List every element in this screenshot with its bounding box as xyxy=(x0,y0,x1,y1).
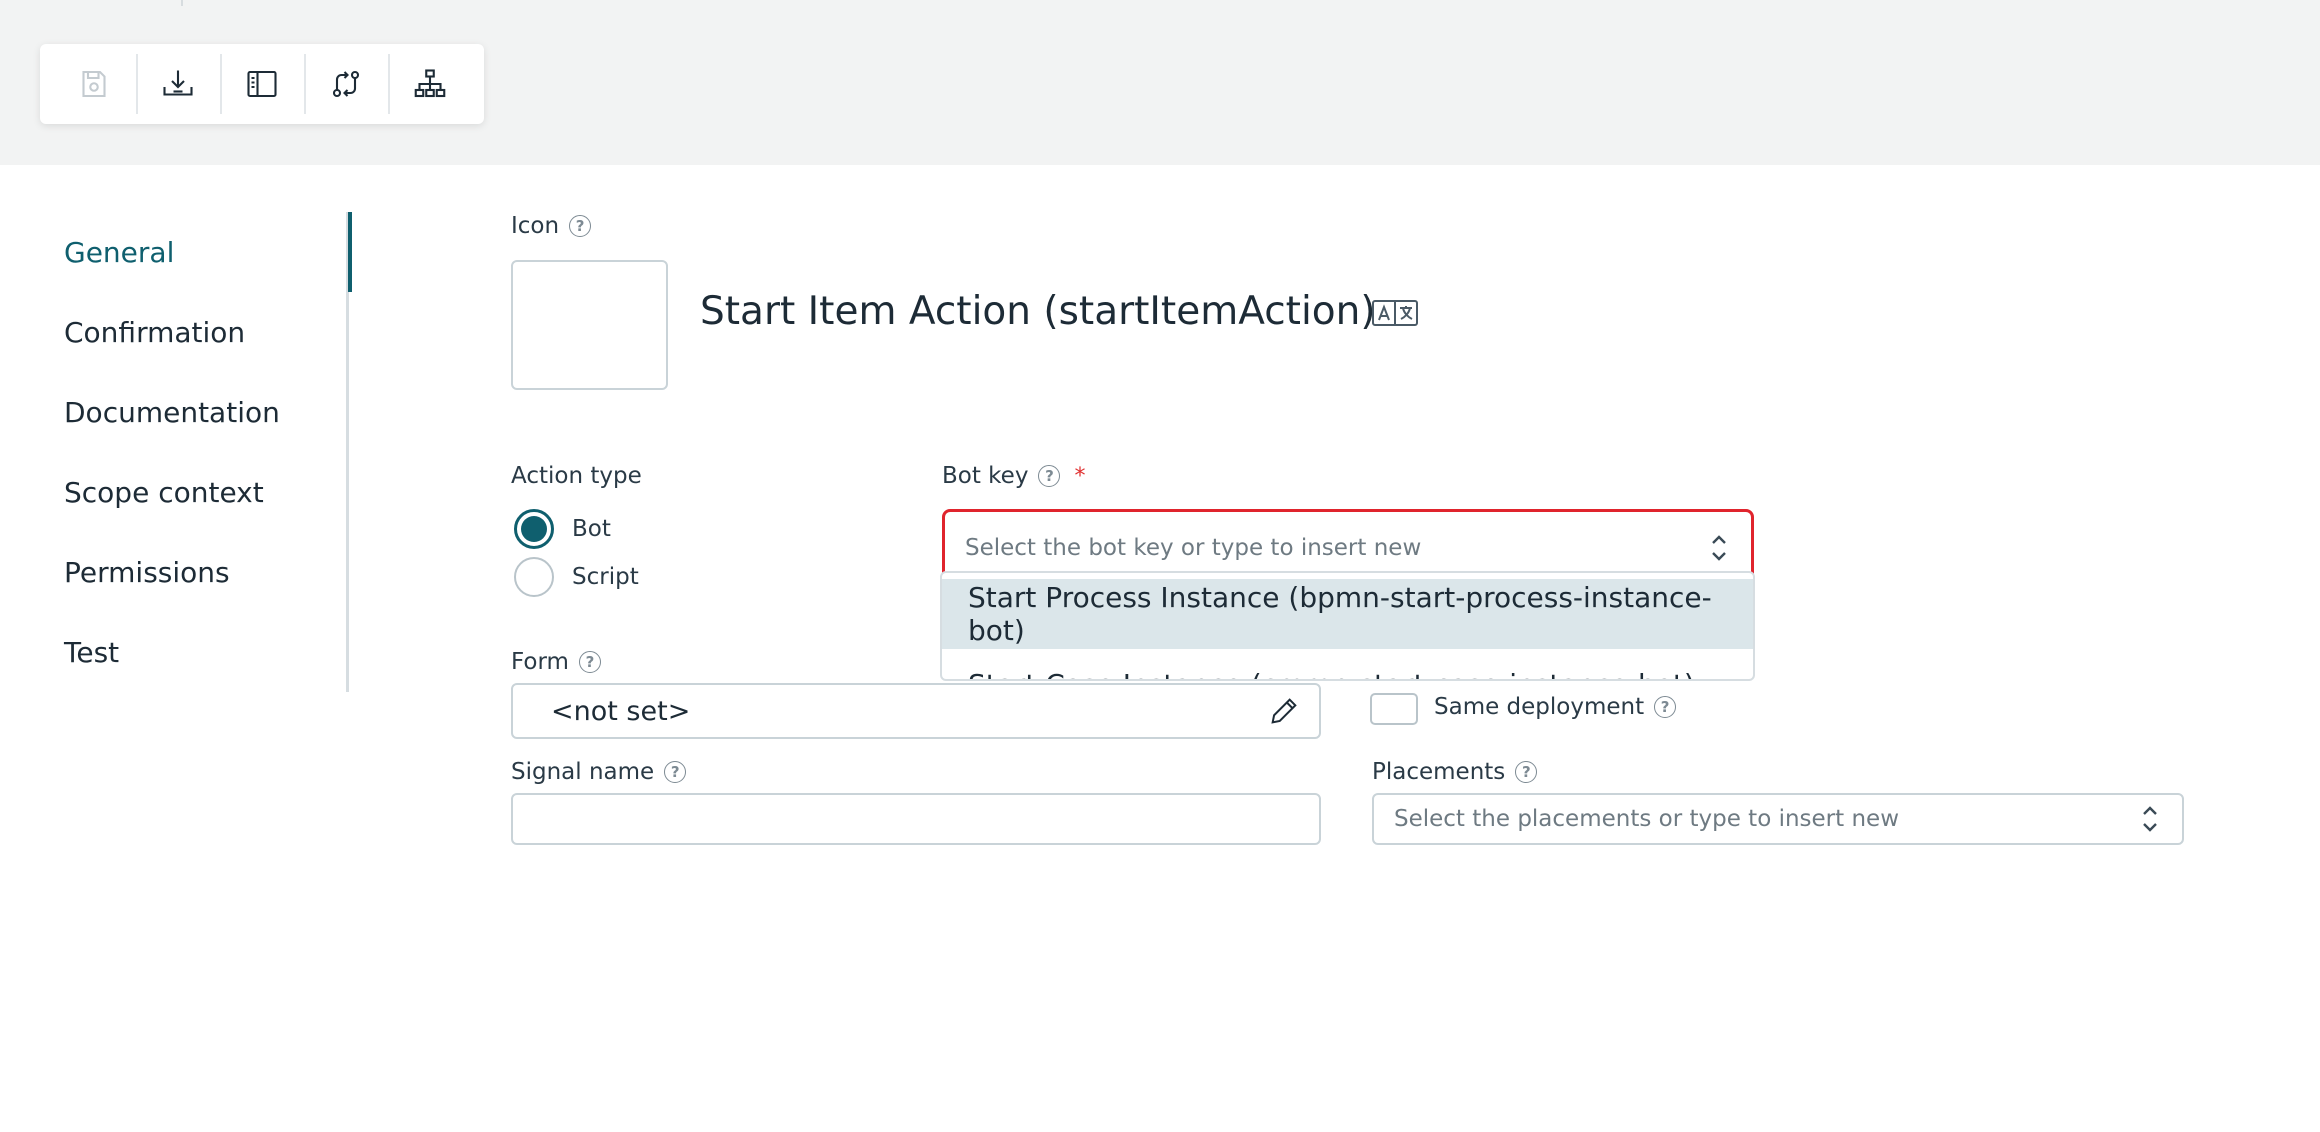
bot-key-placeholder: Select the bot key or type to insert new xyxy=(965,535,1422,561)
nav-item-label: Confirmation xyxy=(64,315,246,349)
compare-button[interactable] xyxy=(304,44,388,124)
topbar-divider xyxy=(181,0,183,6)
download-icon xyxy=(163,70,193,96)
nav-item-label: Scope context xyxy=(64,475,264,509)
toolbar xyxy=(40,44,484,124)
nav-item-general[interactable]: General xyxy=(64,212,352,292)
placements-select[interactable]: Select the placements or type to insert … xyxy=(1372,793,2184,845)
compare-arrows-icon xyxy=(332,70,360,98)
pencil-icon[interactable] xyxy=(1267,694,1301,728)
nav-item-test[interactable]: Test xyxy=(64,612,349,692)
translate-button[interactable] xyxy=(1372,296,1418,328)
action-type-label: Action type xyxy=(511,463,642,489)
section-nav: General Confirmation Documentation Scope… xyxy=(64,212,352,692)
required-mark: * xyxy=(1074,463,1086,489)
icon-label-text: Icon xyxy=(511,213,560,239)
nav-active-indicator xyxy=(348,212,352,292)
save-button[interactable] xyxy=(52,44,136,124)
help-icon[interactable]: ? xyxy=(1038,465,1061,487)
signal-name-input[interactable] xyxy=(511,793,1321,845)
placements-label: Placements ? xyxy=(1372,759,1538,785)
save-icon xyxy=(82,70,106,98)
nav-item-confirmation[interactable]: Confirmation xyxy=(64,292,349,372)
signal-name-label-text: Signal name xyxy=(511,759,655,785)
help-icon[interactable]: ? xyxy=(569,215,592,237)
same-deployment-checkbox[interactable] xyxy=(1370,693,1418,725)
nav-item-label: Documentation xyxy=(64,395,280,429)
chevron-up-down-icon xyxy=(2143,806,2157,832)
help-icon[interactable]: ? xyxy=(1654,696,1677,718)
form-selector[interactable]: <not set> xyxy=(511,683,1321,739)
signal-name-label: Signal name ? xyxy=(511,759,687,785)
nav-item-scope-context[interactable]: Scope context xyxy=(64,452,349,532)
download-button[interactable] xyxy=(136,44,220,124)
radio-script[interactable]: Script xyxy=(514,557,639,597)
same-deployment-label-text: Same deployment xyxy=(1434,694,1645,720)
form-label-text: Form xyxy=(511,649,569,675)
dropdown-option[interactable]: Start Process Instance (bpmn-start-proce… xyxy=(942,579,1753,649)
chevron-up-down-icon xyxy=(1712,535,1726,561)
sidebar-panel-icon xyxy=(247,70,277,98)
toggle-sidebar-button[interactable] xyxy=(220,44,304,124)
icon-picker[interactable] xyxy=(511,260,668,390)
nav-item-label: Test xyxy=(64,635,120,669)
hierarchy-button[interactable] xyxy=(388,44,472,124)
form-value: <not set> xyxy=(551,695,691,727)
bot-key-label: Bot key ? * xyxy=(942,463,1085,489)
bot-key-dropdown: Start Process Instance (bpmn-start-proce… xyxy=(940,571,1755,681)
translate-icon xyxy=(1372,300,1418,326)
radio-bot[interactable]: Bot xyxy=(514,509,611,549)
dropdown-option[interactable]: Start Case Instance (cmmn-start-case-ins… xyxy=(942,649,1753,680)
radio-label: Script xyxy=(572,564,639,590)
hierarchy-icon xyxy=(414,69,446,98)
nav-item-label: General xyxy=(64,235,175,269)
nav-item-documentation[interactable]: Documentation xyxy=(64,372,349,452)
icon-label: Icon ? xyxy=(511,213,592,239)
nav-item-permissions[interactable]: Permissions xyxy=(64,532,349,612)
help-icon[interactable]: ? xyxy=(578,651,601,673)
radio-dot xyxy=(514,509,554,549)
nav-item-label: Permissions xyxy=(64,555,230,589)
placements-label-text: Placements xyxy=(1372,759,1506,785)
help-icon[interactable]: ? xyxy=(1515,761,1538,783)
top-bar xyxy=(0,0,2320,165)
placements-placeholder: Select the placements or type to insert … xyxy=(1394,806,1900,832)
help-icon[interactable]: ? xyxy=(664,761,687,783)
radio-dot xyxy=(514,557,554,597)
bot-key-label-text: Bot key xyxy=(942,463,1029,489)
form-label: Form ? xyxy=(511,649,601,675)
radio-label: Bot xyxy=(572,516,611,542)
page-title: Start Item Action (startItemAction) xyxy=(700,289,1376,334)
same-deployment-label: Same deployment ? xyxy=(1434,694,1677,720)
main-panel: General Confirmation Documentation Scope… xyxy=(0,165,2320,1132)
